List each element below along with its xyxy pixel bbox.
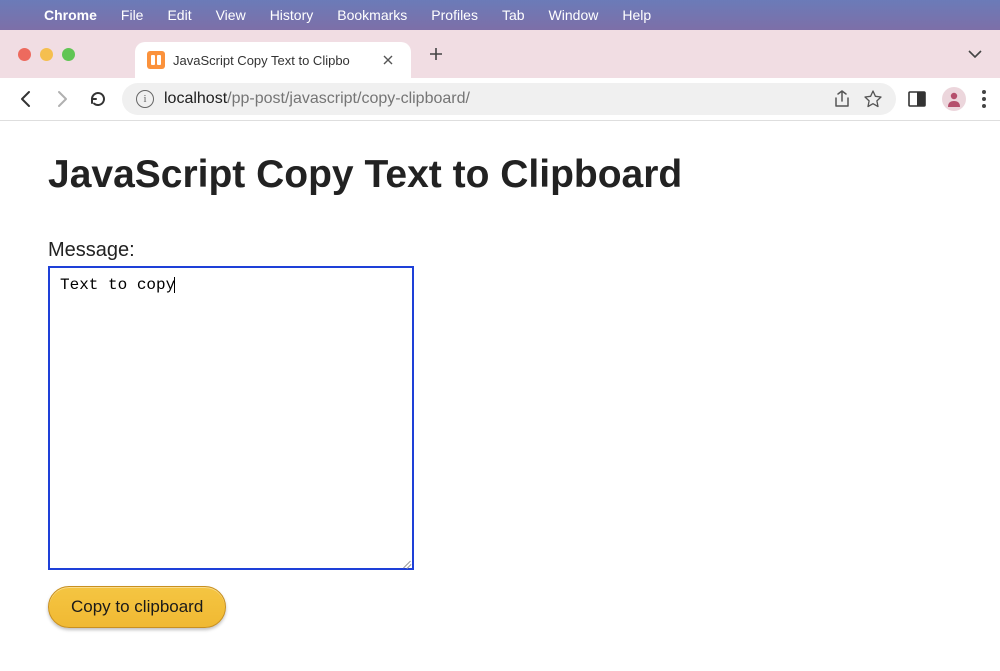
tab-strip: JavaScript Copy Text to Clipbo: [0, 30, 1000, 78]
menu-edit[interactable]: Edit: [167, 7, 191, 23]
window-controls: [18, 48, 75, 61]
menu-bookmarks[interactable]: Bookmarks: [337, 7, 407, 23]
url-text: localhost/pp-post/javascript/copy-clipbo…: [164, 90, 470, 108]
menu-tab[interactable]: Tab: [502, 7, 525, 23]
bookmark-star-icon[interactable]: [864, 90, 882, 108]
page-viewport: JavaScript Copy Text to Clipboard Messag…: [0, 121, 1000, 660]
message-label: Message:: [48, 239, 952, 262]
window-maximize-button[interactable]: [62, 48, 75, 61]
tab-title: JavaScript Copy Text to Clipbo: [173, 53, 375, 68]
window-close-button[interactable]: [18, 48, 31, 61]
menu-help[interactable]: Help: [622, 7, 651, 23]
message-textarea[interactable]: Text to copy: [48, 266, 414, 570]
page-heading: JavaScript Copy Text to Clipboard: [48, 153, 952, 197]
tabs-dropdown-icon[interactable]: [968, 50, 982, 58]
menu-profiles[interactable]: Profiles: [431, 7, 478, 23]
chrome-menu-icon[interactable]: [982, 90, 986, 108]
menu-window[interactable]: Window: [549, 7, 599, 23]
window-minimize-button[interactable]: [40, 48, 53, 61]
address-bar[interactable]: i localhost/pp-post/javascript/copy-clip…: [122, 83, 896, 115]
copy-to-clipboard-button[interactable]: Copy to clipboard: [48, 586, 226, 628]
tab-favicon-icon: [147, 51, 165, 69]
site-info-icon[interactable]: i: [136, 90, 154, 108]
url-path: /pp-post/javascript/copy-clipboard/: [227, 90, 470, 107]
reload-button[interactable]: [86, 87, 110, 111]
text-cursor-icon: [174, 277, 175, 293]
share-icon[interactable]: [834, 90, 850, 108]
menu-file[interactable]: File: [121, 7, 144, 23]
url-host: localhost: [164, 90, 227, 107]
profile-avatar-icon[interactable]: [942, 87, 966, 111]
app-name[interactable]: Chrome: [44, 7, 97, 23]
message-textarea-value: Text to copy: [60, 276, 175, 294]
side-panel-icon[interactable]: [908, 91, 926, 107]
menu-view[interactable]: View: [216, 7, 246, 23]
browser-tab[interactable]: JavaScript Copy Text to Clipbo: [135, 42, 411, 78]
forward-button[interactable]: [50, 87, 74, 111]
macos-menubar: Chrome File Edit View History Bookmarks …: [0, 0, 1000, 30]
menu-history[interactable]: History: [270, 7, 314, 23]
tab-close-icon[interactable]: [383, 55, 401, 65]
new-tab-button[interactable]: [421, 39, 451, 69]
browser-toolbar: i localhost/pp-post/javascript/copy-clip…: [0, 78, 1000, 121]
back-button[interactable]: [14, 87, 38, 111]
